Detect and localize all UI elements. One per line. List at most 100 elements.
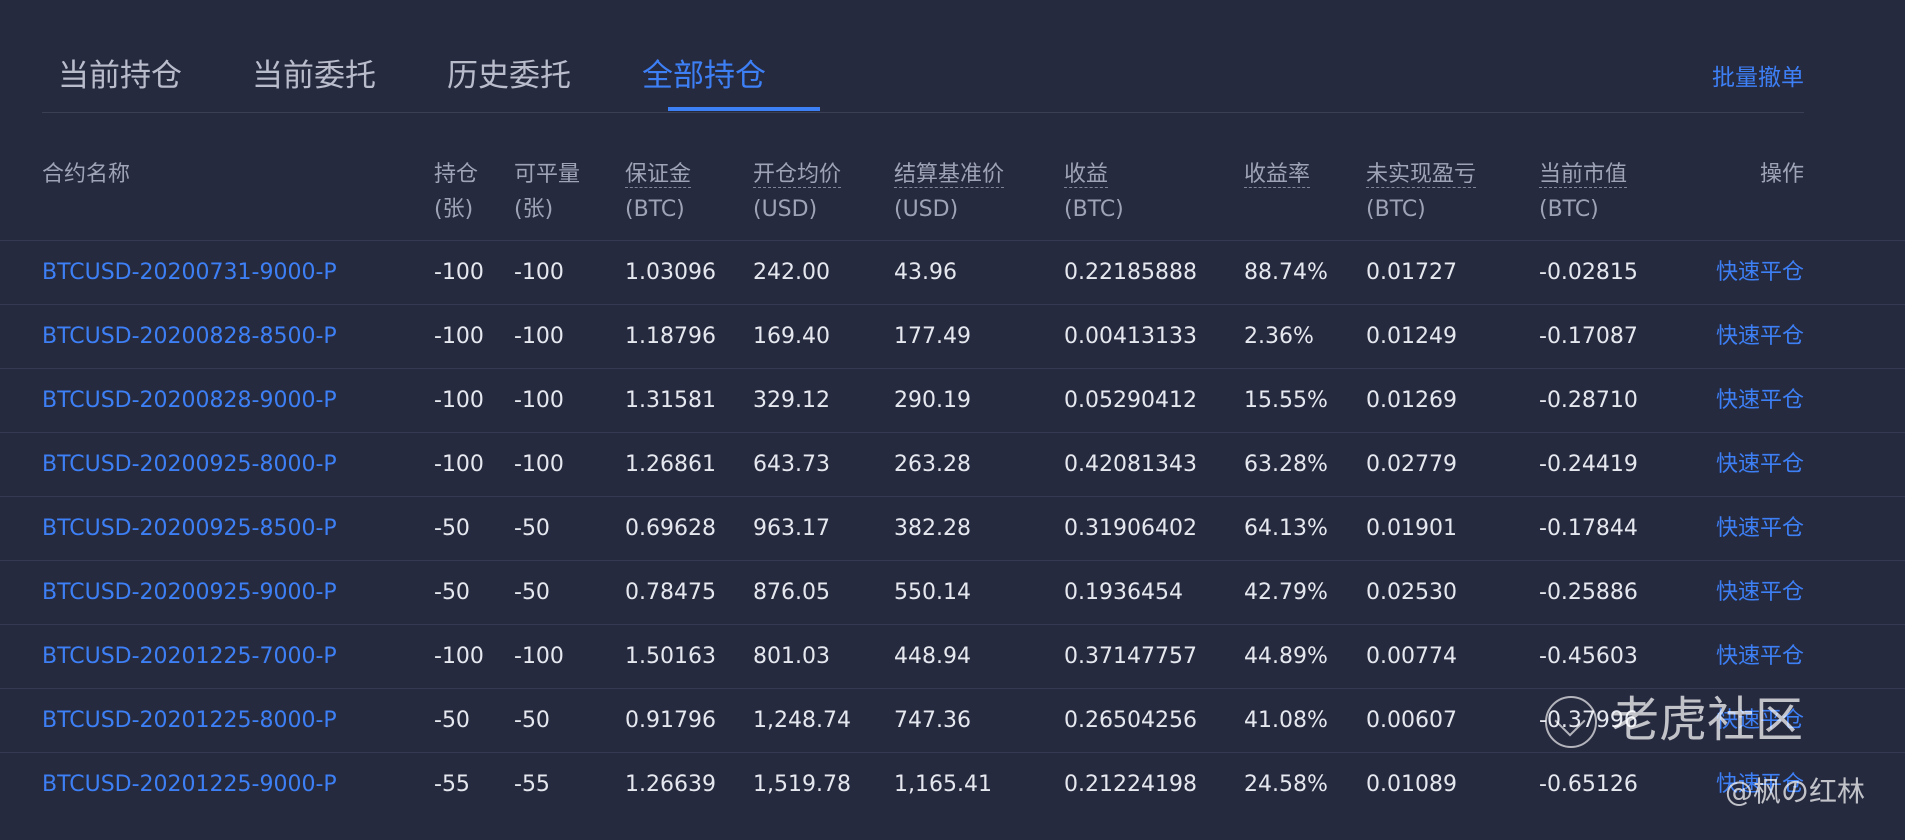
margin-value: 0.78475 xyxy=(625,580,716,605)
open-average-price-value: 1,248.74 xyxy=(753,708,851,733)
pnl-value: 0.26504256 xyxy=(1064,708,1197,733)
position-value: -100 xyxy=(434,388,484,413)
open-average-price-value: 801.03 xyxy=(753,644,830,669)
open-average-price-value: 329.12 xyxy=(753,388,830,413)
table-row: BTCUSD-20200925-9000-P -50 -50 0.78475 8… xyxy=(0,560,1905,624)
header-market-value: 当前市值 (BTC) xyxy=(1539,162,1628,222)
contract-link[interactable]: BTCUSD-20200925-8500-P xyxy=(42,497,337,560)
margin-value: 0.69628 xyxy=(625,516,716,541)
pnl-value: 0.37147757 xyxy=(1064,644,1197,669)
contract-link[interactable]: BTCUSD-20200731-9000-P xyxy=(42,241,337,304)
pnl-value: 0.05290412 xyxy=(1064,388,1197,413)
position-value: -50 xyxy=(434,580,470,605)
open-average-price-value: 169.40 xyxy=(753,324,830,349)
settlement-reference-price-value: 177.49 xyxy=(894,324,971,349)
quick-close-button[interactable]: 快速平仓 xyxy=(1716,625,1804,688)
market-value: -0.65126 xyxy=(1539,772,1638,797)
settlement-reference-price-value: 550.14 xyxy=(894,580,971,605)
closable-value: -100 xyxy=(514,388,564,413)
quick-close-button[interactable]: 快速平仓 xyxy=(1716,305,1804,368)
settlement-reference-price-value: 747.36 xyxy=(894,708,971,733)
margin-value: 0.91796 xyxy=(625,708,716,733)
margin-value: 1.18796 xyxy=(625,324,716,349)
open-average-price-value: 876.05 xyxy=(753,580,830,605)
margin-value: 1.31581 xyxy=(625,388,716,413)
position-value: -100 xyxy=(434,260,484,285)
settlement-reference-price-value: 263.28 xyxy=(894,452,971,477)
position-value: -55 xyxy=(434,772,470,797)
quick-close-button[interactable]: 快速平仓 xyxy=(1716,369,1804,432)
margin-value: 1.26861 xyxy=(625,452,716,477)
open-average-price-value: 1,519.78 xyxy=(753,772,851,797)
table-row: BTCUSD-20200828-8500-P -100 -100 1.18796… xyxy=(0,304,1905,368)
pnl-value: 0.31906402 xyxy=(1064,516,1197,541)
table-row: BTCUSD-20200828-9000-P -100 -100 1.31581… xyxy=(0,368,1905,432)
table-row: BTCUSD-20200925-8000-P -100 -100 1.26861… xyxy=(0,432,1905,496)
contract-link[interactable]: BTCUSD-20200828-8500-P xyxy=(42,305,337,368)
closable-value: -55 xyxy=(514,772,550,797)
quick-close-button[interactable]: 快速平仓 xyxy=(1716,241,1804,304)
pnl-rate-value: 88.74% xyxy=(1244,260,1328,285)
header-margin: 保证金 (BTC) xyxy=(625,162,692,222)
tab-history-orders[interactable]: 历史委托 xyxy=(447,50,571,95)
position-value: -100 xyxy=(434,452,484,477)
header-pnl-rate: 收益率 xyxy=(1244,162,1311,188)
table-row: BTCUSD-20201225-7000-P -100 -100 1.50163… xyxy=(0,624,1905,688)
pnl-value: 0.1936454 xyxy=(1064,580,1183,605)
open-average-price-value: 963.17 xyxy=(753,516,830,541)
tab-all-positions[interactable]: 全部持仓 xyxy=(642,50,766,95)
open-average-price-value: 643.73 xyxy=(753,452,830,477)
pnl-rate-value: 63.28% xyxy=(1244,452,1328,477)
batch-cancel-button[interactable]: 批量撤单 xyxy=(1712,58,1804,92)
contract-link[interactable]: BTCUSD-20200925-9000-P xyxy=(42,561,337,624)
header-position: 持仓 (张) xyxy=(434,162,479,222)
tab-current-orders[interactable]: 当前委托 xyxy=(252,50,376,95)
contract-link[interactable]: BTCUSD-20201225-8000-P xyxy=(42,689,337,752)
unrealized-pnl-value: 0.00774 xyxy=(1366,644,1457,669)
settlement-reference-price-value: 448.94 xyxy=(894,644,971,669)
header-contract-name: 合约名称 xyxy=(42,162,131,187)
pnl-rate-value: 2.36% xyxy=(1244,324,1314,349)
contract-link[interactable]: BTCUSD-20200925-8000-P xyxy=(42,433,337,496)
market-value: -0.24419 xyxy=(1539,452,1638,477)
contract-link[interactable]: BTCUSD-20201225-7000-P xyxy=(42,625,337,688)
tab-current-positions[interactable]: 当前持仓 xyxy=(58,50,182,95)
pnl-rate-value: 64.13% xyxy=(1244,516,1328,541)
closable-value: -100 xyxy=(514,324,564,349)
pnl-rate-value: 42.79% xyxy=(1244,580,1328,605)
closable-value: -100 xyxy=(514,644,564,669)
quick-close-button[interactable]: 快速平仓 xyxy=(1716,497,1804,560)
market-value: -0.28710 xyxy=(1539,388,1638,413)
settlement-reference-price-value: 382.28 xyxy=(894,516,971,541)
settlement-reference-price-value: 290.19 xyxy=(894,388,971,413)
header-unrealized-pnl: 未实现盈亏 (BTC) xyxy=(1366,162,1477,222)
unrealized-pnl-value: 0.02530 xyxy=(1366,580,1457,605)
pnl-rate-value: 15.55% xyxy=(1244,388,1328,413)
closable-value: -50 xyxy=(514,580,550,605)
contract-link[interactable]: BTCUSD-20201225-9000-P xyxy=(42,753,337,816)
watermark-author: @枫の红林 xyxy=(1724,775,1865,808)
table-row: BTCUSD-20201225-8000-P -50 -50 0.91796 1… xyxy=(0,688,1905,752)
market-value: -0.02815 xyxy=(1539,260,1638,285)
pnl-value: 0.21224198 xyxy=(1064,772,1197,797)
unrealized-pnl-value: 0.01089 xyxy=(1366,772,1457,797)
header-closable: 可平量 (张) xyxy=(514,162,581,222)
quick-close-button[interactable]: 快速平仓 xyxy=(1716,689,1804,752)
header-action: 操作 xyxy=(1759,162,1804,187)
position-value: -100 xyxy=(434,324,484,349)
market-value: -0.37996 xyxy=(1539,708,1638,733)
unrealized-pnl-value: 0.01269 xyxy=(1366,388,1457,413)
table-row: BTCUSD-20201225-9000-P -55 -55 1.26639 1… xyxy=(0,752,1905,816)
quick-close-button[interactable]: 快速平仓 xyxy=(1716,561,1804,624)
pnl-rate-value: 44.89% xyxy=(1244,644,1328,669)
unrealized-pnl-value: 0.01249 xyxy=(1366,324,1457,349)
unrealized-pnl-value: 0.00607 xyxy=(1366,708,1457,733)
contract-link[interactable]: BTCUSD-20200828-9000-P xyxy=(42,369,337,432)
quick-close-button[interactable]: 快速平仓 xyxy=(1716,433,1804,496)
table-row: BTCUSD-20200731-9000-P -100 -100 1.03096… xyxy=(0,240,1905,304)
table-header: 合约名称 持仓 (张) 可平量 (张) 保证金 (BTC) 开仓均价 (USD) 结算基… xyxy=(0,145,1905,240)
header-settlement-reference-price: 结算基准价 (USD) xyxy=(894,162,1005,222)
unrealized-pnl-value: 0.02779 xyxy=(1366,452,1457,477)
table-body: BTCUSD-20200731-9000-P -100 -100 1.03096… xyxy=(0,240,1905,816)
market-value: -0.25886 xyxy=(1539,580,1638,605)
